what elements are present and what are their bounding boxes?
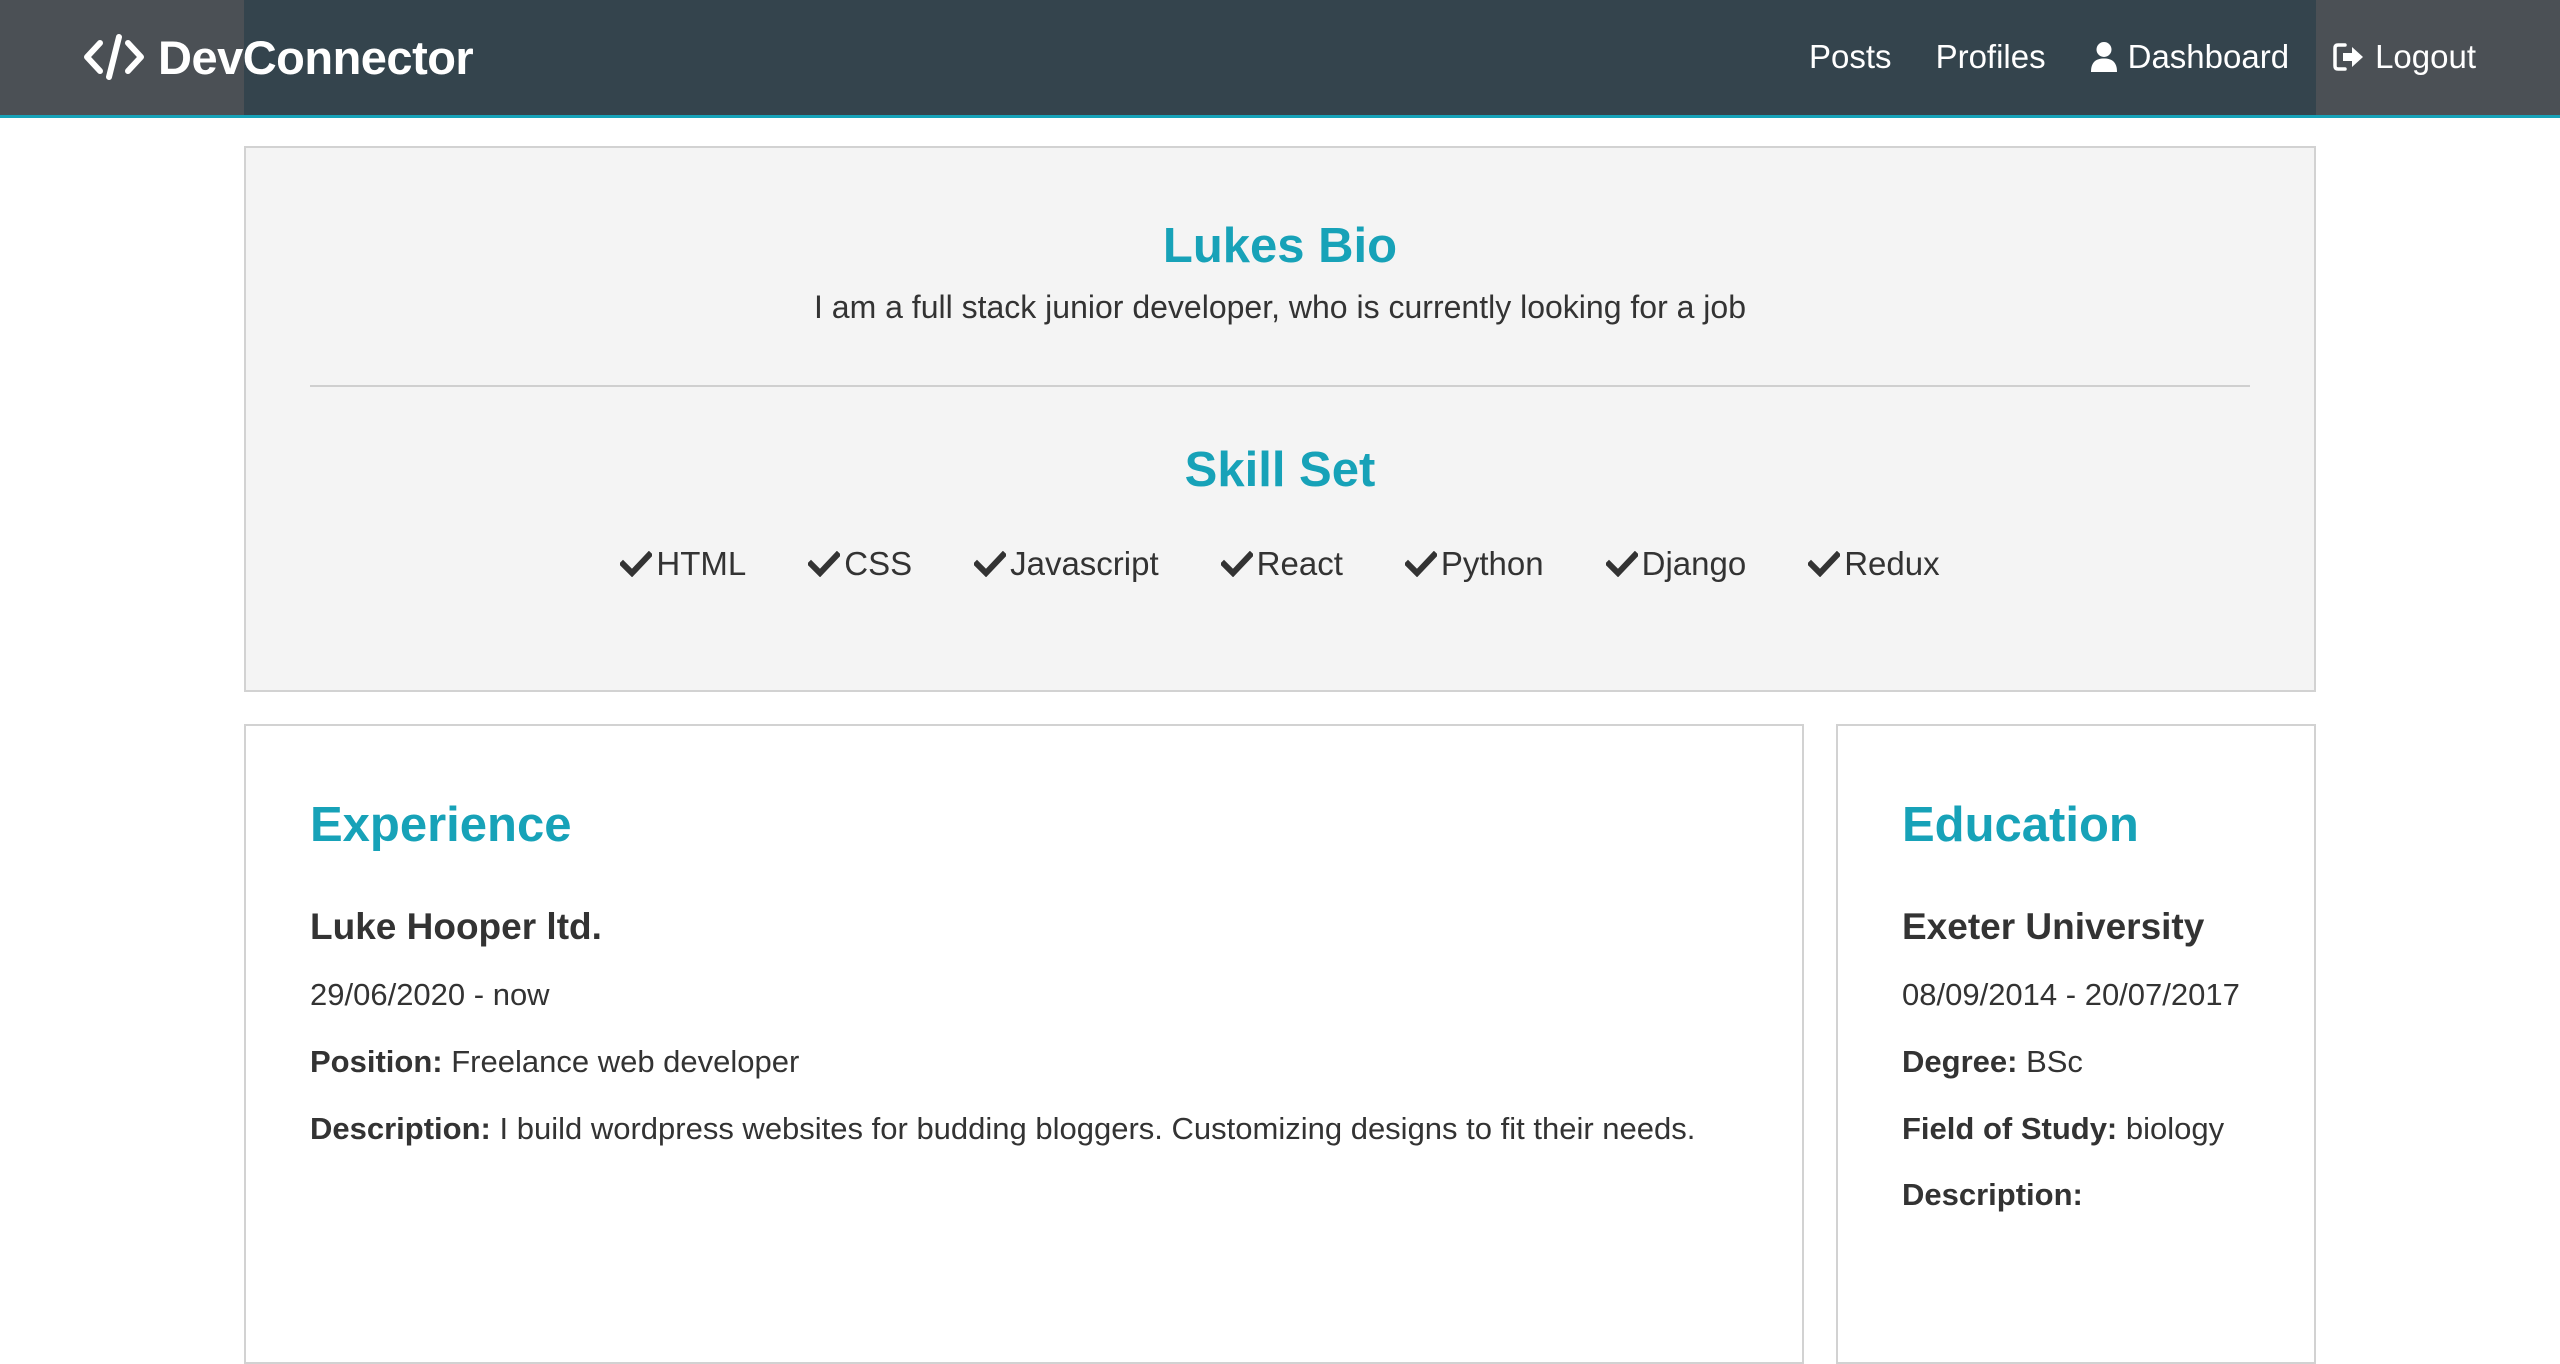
- skill-label: React: [1256, 545, 1343, 582]
- nav-link-label: Posts: [1809, 38, 1892, 75]
- check-icon: [1808, 551, 1841, 577]
- skill-item: CSS: [808, 545, 912, 583]
- bio-text: I am a full stack junior developer, who …: [813, 289, 1746, 325]
- skill-label: Redux: [1844, 545, 1940, 582]
- skill-item: Redux: [1808, 545, 1940, 583]
- skill-label: Javascript: [1010, 545, 1159, 582]
- skill-item: Django: [1605, 545, 1747, 583]
- position-value: Freelance web developer: [451, 1044, 800, 1079]
- experience-dates: 29/06/2020 - now: [310, 977, 550, 1012]
- skill-set-title: Skill Set: [1184, 443, 1376, 497]
- check-icon: [1605, 551, 1638, 577]
- experience-description: Description: I build wordpress websites …: [310, 1104, 1710, 1153]
- field-value: biology: [2125, 1111, 2225, 1146]
- degree-label: Degree:: [1902, 1044, 2018, 1079]
- education-heading: Education: [1902, 798, 2139, 852]
- nav-links: Posts Profiles Dashboard Logout: [1809, 26, 2476, 88]
- bio-divider: [310, 385, 2250, 387]
- education-degree: Degree: BSc: [1902, 1037, 2083, 1086]
- sign-out-icon: [2333, 42, 2365, 72]
- skill-item: React: [1220, 545, 1343, 583]
- nav-link-profiles[interactable]: Profiles: [1936, 38, 2046, 76]
- skill-label: Python: [1440, 545, 1544, 582]
- bio-title: Lukes Bio: [1162, 219, 1398, 273]
- education-description: Description:: [1902, 1170, 2083, 1219]
- check-icon: [808, 551, 841, 577]
- brand-name: DevConnector: [158, 30, 474, 84]
- check-icon: [620, 551, 653, 577]
- skill-label: Django: [1641, 545, 1747, 582]
- skill-item: HTML: [620, 545, 746, 583]
- check-icon: [1404, 551, 1437, 577]
- check-icon: [974, 551, 1007, 577]
- skill-label: HTML: [656, 545, 747, 582]
- field-label: Field of Study:: [1902, 1111, 2118, 1146]
- nav-link-label: Dashboard: [2127, 38, 2290, 75]
- code-icon: [84, 34, 144, 80]
- experience-company: Luke Hooper ltd.: [310, 906, 602, 947]
- education-school: Exeter University: [1902, 906, 2205, 947]
- nav-link-posts[interactable]: Posts: [1809, 38, 1892, 76]
- position-label: Position:: [310, 1044, 443, 1079]
- description-label: Description:: [1902, 1177, 2083, 1212]
- education-field: Field of Study: biology: [1902, 1104, 2224, 1153]
- nav-link-dashboard[interactable]: Dashboard: [2090, 38, 2289, 76]
- nav-link-logout[interactable]: Logout: [2333, 38, 2476, 76]
- experience-heading: Experience: [310, 798, 572, 852]
- user-icon: [2090, 41, 2118, 73]
- navbar: DevConnector Posts Profiles Dashboard Lo…: [0, 0, 2560, 118]
- skill-item: Javascript: [974, 545, 1159, 583]
- skill-item: Python: [1404, 545, 1544, 583]
- check-icon: [1220, 551, 1253, 577]
- nav-link-label: Profiles: [1935, 38, 2046, 75]
- skill-label: CSS: [844, 545, 913, 582]
- skill-list: HTML CSS Javascript React Python Django …: [0, 545, 2560, 583]
- brand-link[interactable]: DevConnector: [84, 26, 474, 88]
- description-value: I build wordpress websites for budding b…: [499, 1111, 1696, 1146]
- degree-value: BSc: [2026, 1044, 2083, 1079]
- education-dates: 08/09/2014 - 20/07/2017: [1902, 977, 2240, 1012]
- description-label: Description:: [310, 1111, 491, 1146]
- nav-link-label: Logout: [2375, 38, 2476, 75]
- experience-position: Position: Freelance web developer: [310, 1037, 799, 1086]
